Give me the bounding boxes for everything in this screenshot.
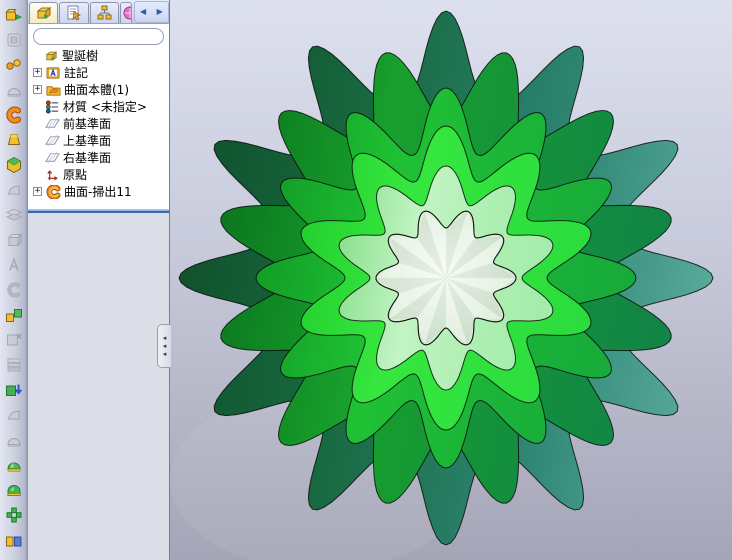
propertymanager-tab[interactable] <box>59 2 89 23</box>
graphics-viewport[interactable] <box>170 0 732 560</box>
part-icon <box>43 48 59 63</box>
collapse-arrow-icon: ◂ <box>162 334 167 342</box>
pattern-icon[interactable] <box>4 505 23 524</box>
christmas-tree-model <box>170 0 732 560</box>
collapse-arrow-icon: ◂ <box>162 350 167 358</box>
fillet-icon[interactable] <box>4 430 23 449</box>
plane-icon <box>44 150 60 165</box>
tree-item-front-plane[interactable]: 前基準面 <box>28 115 169 132</box>
replace-face-icon[interactable] <box>4 280 23 299</box>
expand-icon[interactable]: + <box>33 68 42 77</box>
tree-item-label: 右基準面 <box>63 151 112 165</box>
trim-surface-icon[interactable] <box>4 355 23 374</box>
tree-item-part-root[interactable]: 聖誕樹 <box>28 47 169 64</box>
cut-with-surface-icon[interactable] <box>4 405 23 424</box>
panel-splitter-handle[interactable]: ◂ ◂ ◂ <box>157 324 171 368</box>
panel-empty-area <box>28 213 169 560</box>
collapse-arrow-icon: ◂ <box>162 342 167 350</box>
tree-item-label: 前基準面 <box>63 117 112 131</box>
dimxpert-icon <box>123 6 131 20</box>
propertymanager-icon <box>67 5 81 21</box>
tree-item-top-plane[interactable]: 上基準面 <box>28 132 169 149</box>
freeform-icon[interactable] <box>4 180 23 199</box>
feature-tree-area: 聖誕樹 + 註記 + 曲面本體(1) 材質 <未指定> 前基準面 上基準面 右基… <box>28 24 175 210</box>
tree-filter[interactable] <box>33 28 175 45</box>
tree-item-annotations[interactable]: + 註記 <box>28 64 169 81</box>
featuremanager-tab[interactable] <box>29 2 59 23</box>
surface-sweep-icon <box>45 184 61 199</box>
origin-icon <box>44 167 60 182</box>
boundary-surface-icon[interactable] <box>4 80 23 99</box>
shape-feature-icon[interactable] <box>4 480 23 499</box>
extruded-surface-icon[interactable] <box>4 5 23 24</box>
expand-icon[interactable]: + <box>33 85 42 94</box>
tab-scroll-right-icon[interactable]: ▶ <box>157 8 163 16</box>
panel-tab-bar: ◀ ▶ <box>28 0 169 24</box>
tree-item-right-plane[interactable]: 右基準面 <box>28 149 169 166</box>
tree-item-origin[interactable]: 原點 <box>28 166 169 183</box>
delete-face-icon[interactable] <box>4 255 23 274</box>
dome-icon[interactable] <box>4 455 23 474</box>
swept-surface-icon[interactable] <box>4 105 23 124</box>
tree-item-label: 註記 <box>64 66 89 80</box>
tree-item-surface-sweep[interactable]: + 曲面-掃出11 <box>28 183 169 200</box>
knit-surface-icon[interactable] <box>4 305 23 324</box>
tree-item-label: 曲面本體(1) <box>64 83 129 97</box>
plane-icon <box>44 133 60 148</box>
mirror-icon[interactable] <box>4 530 23 549</box>
tree-item-surface-bodies[interactable]: + 曲面本體(1) <box>28 81 169 98</box>
tree-item-label: 原點 <box>63 168 88 182</box>
tree-item-label: 材質 <未指定> <box>63 100 147 114</box>
lofted-surface-icon[interactable] <box>4 130 23 149</box>
configurationmanager-tab[interactable] <box>89 2 120 23</box>
revolved-surface-icon[interactable] <box>4 30 23 49</box>
material-icon <box>44 99 60 114</box>
thicken-icon[interactable] <box>4 380 23 399</box>
plane-icon <box>44 116 60 131</box>
configurationmanager-icon <box>97 5 112 20</box>
tree-filter-input[interactable] <box>43 30 175 43</box>
tab-scroll-left-icon[interactable]: ◀ <box>140 8 146 16</box>
planar-surface-icon[interactable] <box>4 55 23 74</box>
annotations-icon <box>45 65 61 80</box>
tab-scroll-buttons: ◀ ▶ <box>133 1 169 23</box>
tree-item-label: 曲面-掃出11 <box>64 185 132 199</box>
part-icon <box>36 7 52 19</box>
feature-tree: 聖誕樹 + 註記 + 曲面本體(1) 材質 <未指定> 前基準面 上基準面 右基… <box>28 47 169 200</box>
untrim-surface-icon[interactable] <box>4 330 23 349</box>
filled-surface-icon[interactable] <box>4 155 23 174</box>
ruled-surface-icon[interactable] <box>4 230 23 249</box>
dimxpert-tab[interactable] <box>120 2 132 23</box>
surfaces-toolbar <box>0 0 28 560</box>
tree-item-label: 上基準面 <box>63 134 112 148</box>
offset-surface-icon[interactable] <box>4 205 23 224</box>
solidworks-window: ◀ ▶ 聖誕樹 + 註記 + 曲面本體(1) 材質 <未指定> 前基準面 上基準… <box>0 0 732 560</box>
expand-icon[interactable]: + <box>33 187 42 196</box>
surface-bodies-folder-icon <box>45 82 61 97</box>
featuremanager-panel: ◀ ▶ 聖誕樹 + 註記 + 曲面本體(1) 材質 <未指定> 前基準面 上基準… <box>28 0 175 560</box>
tree-item-material[interactable]: 材質 <未指定> <box>28 98 169 115</box>
tree-item-label: 聖誕樹 <box>62 49 99 63</box>
